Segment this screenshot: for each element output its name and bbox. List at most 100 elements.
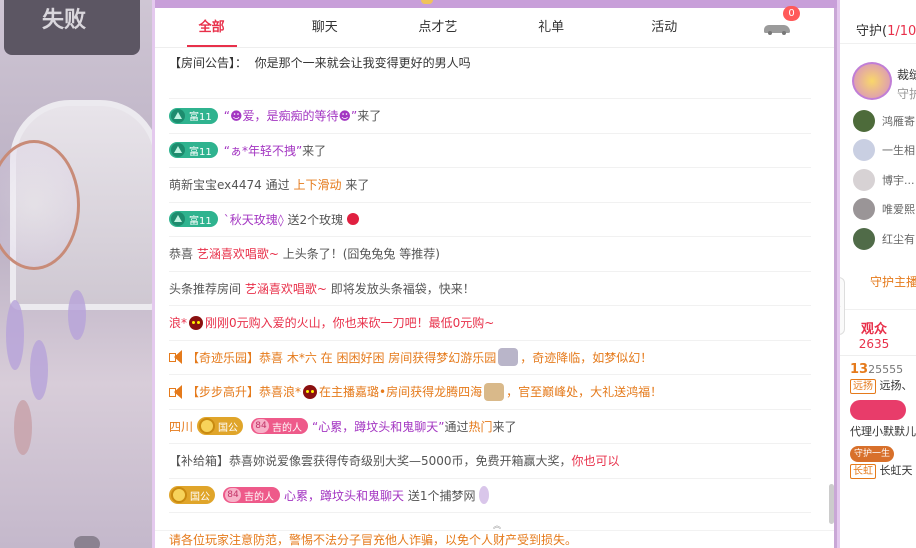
audience-item[interactable]: 代理小默默儿 [840, 394, 916, 438]
chat-scrollbar[interactable] [829, 484, 834, 524]
tab-talent[interactable]: 点才艺 [381, 8, 494, 47]
user-level: 13 [850, 361, 869, 377]
audience-item[interactable]: 1325555 远扬 远扬、 [840, 356, 916, 394]
wealth-icon [171, 212, 185, 227]
guard-item[interactable]: 鸿雁寄 [840, 106, 916, 136]
room-announcement: 【房间公告】： 你是那个一来就会让我变得更好的男人吗 [169, 48, 811, 99]
fan-level: 84 [225, 488, 241, 503]
noble-icon [199, 418, 216, 435]
tab-chat[interactable]: 聊天 [268, 8, 381, 47]
video-control-icon[interactable] [74, 536, 100, 548]
message-text: 即将发放头条福袋，快来！ [330, 281, 475, 296]
avatar [853, 139, 875, 162]
user-name: 代理小默默儿 [850, 424, 916, 438]
wealth-icon [171, 108, 185, 123]
live-video-area[interactable]: 失败 [0, 0, 152, 548]
feather-decoration [68, 290, 86, 340]
avatar [853, 168, 875, 191]
user-name[interactable]: “☻爱，是痴痴的等待☻” [224, 107, 357, 124]
message-text: 刚刚0元购入爱的火山，你也来砍一刀吧！最低0元购~ [205, 316, 495, 331]
anchor-name[interactable]: 艺涵喜欢唱歌~ [197, 245, 279, 262]
wealth-badge: 富11 [169, 211, 218, 228]
message-text: 恭喜 [169, 247, 194, 262]
gift-thumbnail-icon [498, 348, 519, 367]
user-name[interactable]: “心累，蹲坟头和鬼聊天” [312, 418, 444, 435]
message-action: 送1个捕梦网 [407, 488, 476, 503]
tab-all[interactable]: 全部 [155, 8, 268, 47]
user-name[interactable]: “ぁ*年轻不拽” [224, 142, 302, 159]
tab-car[interactable] [721, 8, 834, 47]
user-name[interactable]: 浪* [169, 314, 187, 331]
announcement-prefix: 【房间公告】： [169, 56, 248, 70]
chat-message: 头条推荐房间 艺涵喜欢唱歌~ 即将发放头条福袋，快来！ [169, 272, 811, 306]
noble-badge-label: 国公 [190, 491, 210, 503]
tab-gift-list[interactable]: 礼单 [495, 8, 608, 47]
wealth-badge: 富11 [169, 142, 218, 159]
top-guard-name: 裁缝 [897, 68, 916, 82]
source-link[interactable]: 上下滑动 [293, 176, 341, 193]
chat-message: 【步步高升】恭喜浪* 在主播嘉璐•房间获得龙腾四海 ，官至巅峰处，大礼送鸿福！ [169, 375, 811, 410]
tab-activity[interactable]: 活动 [608, 8, 721, 47]
message-text: 通过 [444, 419, 469, 434]
chat-message: 国公 84 吉的人 心累，蹲坟头和鬼聊天 送1个捕梦网 [169, 479, 811, 513]
anchor-name[interactable]: 艺涵喜欢唱歌~ [245, 280, 327, 297]
noble-icon [171, 487, 187, 504]
noble-badge: 国公 [169, 486, 215, 505]
audience-count: 2635 [858, 336, 890, 351]
wealth-badge: 富11 [169, 107, 218, 124]
guard-title: 守护( [856, 24, 888, 39]
user-location: 四川 [169, 419, 194, 434]
user-tag: 远扬 [850, 378, 876, 394]
user-tag: 长虹 [850, 463, 876, 479]
guard-name: 一生相 [882, 144, 915, 158]
guard-crest-icon [852, 62, 892, 100]
wealth-badge-label: 富11 [189, 112, 212, 124]
chat-message-list[interactable]: 【房间公告】： 你是那个一来就会让我变得更好的男人吗 富11 “☻爱，是痴痴的等… [155, 48, 825, 526]
guard-item[interactable]: 一生相 [840, 136, 916, 166]
top-guard[interactable]: 裁缝 守护 [840, 44, 916, 101]
rose-icon [347, 213, 360, 226]
megaphone-icon [169, 350, 183, 365]
collapse-chevron-icon[interactable]: › [840, 277, 845, 335]
guard-name: 红尘有 [882, 232, 915, 246]
avatar [853, 198, 875, 221]
top-guard-label: 守护 [897, 87, 916, 101]
message-action: 来了 [345, 178, 370, 193]
action-link[interactable]: 你也可以 [572, 452, 620, 469]
video-overlay-box: 失败 [4, 0, 140, 55]
message-text: ，官至巅峰处，大礼送鸿福！ [506, 385, 663, 400]
feather-decoration [14, 400, 32, 455]
guard-header: 守护(1/10) [840, 0, 916, 44]
user-name[interactable]: 心累，蹲坟头和鬼聊天 [284, 487, 404, 504]
message-text: 【奇迹乐园】恭喜 木*六 在 困困好困 房间获得梦幻游乐园 [187, 350, 497, 365]
source-link[interactable]: 热门 [468, 418, 492, 435]
noble-badge-label: 国公 [218, 422, 239, 434]
feather-decoration [30, 340, 48, 400]
fan-badge-label: 吉的人 [272, 422, 303, 434]
guard-anchor-link[interactable]: 守护主播 [840, 254, 916, 310]
guard-item[interactable]: 博宇... [840, 165, 916, 195]
chat-message: 富11 “ぁ*年轻不拽” 来了 [169, 134, 811, 168]
user-name[interactable]: `秋天玫瑰◊ [224, 211, 284, 228]
chat-panel: 全部 聊天 点才艺 礼单 活动 0 【房间公告】： 你是那个一来就会让我变得更好… [152, 0, 837, 548]
right-sidebar: › 守护(1/10) 裁缝 守护 鸿雁寄 一生相 博宇... 唯爱熙 红尘有 守… [837, 0, 916, 548]
megaphone-icon [169, 384, 183, 399]
panel-top-border [155, 0, 837, 8]
avatar [853, 109, 875, 132]
gift-thumbnail-icon [484, 382, 505, 401]
message-text: ，奇迹降临，如梦似幻！ [520, 350, 653, 365]
chat-message: 萌新宝宝ex4474 通过 上下滑动 来了 [169, 168, 811, 203]
chat-message: 四川 国公 84 吉的人 “心累，蹲坟头和鬼聊天” 通过 热门 来了 [169, 410, 811, 444]
chat-message: 富11 “☻爱，是痴痴的等待☻” 来了 [169, 99, 811, 134]
chat-message: 富11 `秋天玫瑰◊ 送2个玫瑰 [169, 203, 811, 237]
noble-badge: 国公 [197, 417, 244, 436]
guard-item[interactable]: 唯爱熙 [840, 195, 916, 225]
message-text: 上头条了！(囧兔兔兔 等推荐) [282, 247, 440, 262]
avatar [853, 227, 875, 250]
video-overlay-text: 失败 [42, 8, 87, 33]
guard-item[interactable]: 红尘有 [840, 224, 916, 254]
message-action: 来了 [302, 143, 327, 158]
devil-icon [189, 315, 204, 330]
guard-badge: 守护一生 [850, 445, 895, 462]
audience-item[interactable]: 守护一生 长虹 长虹天 [840, 438, 916, 479]
